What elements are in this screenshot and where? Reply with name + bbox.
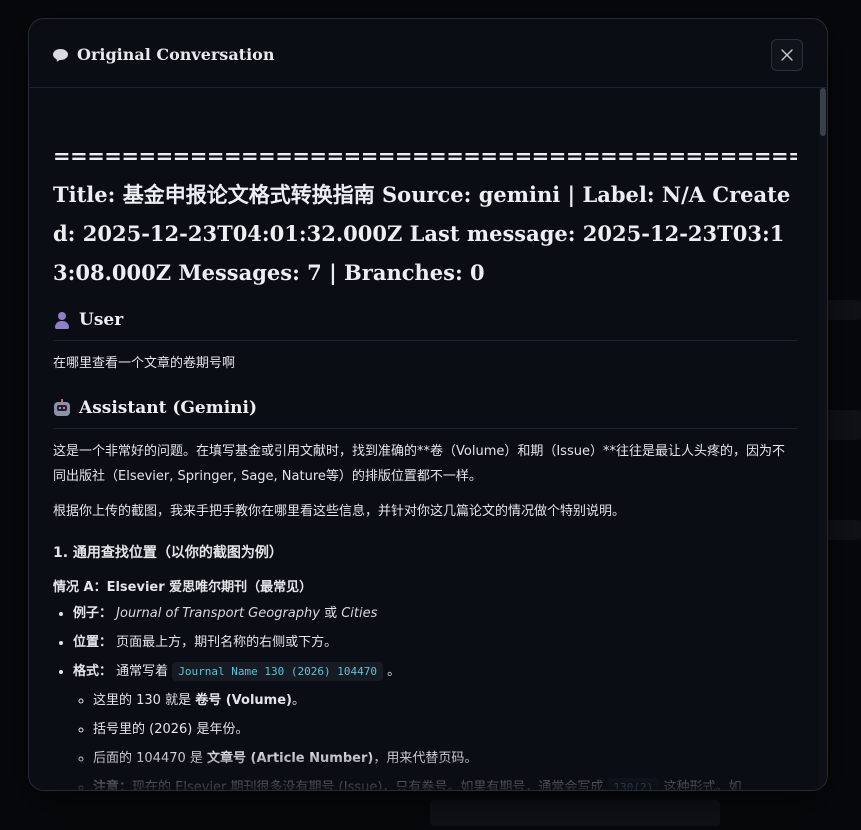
user-icon: [53, 311, 71, 329]
journal-name: Cities: [341, 606, 378, 621]
bullet-list: 例子： Journal of Transport Geography 或 Cit…: [53, 599, 797, 790]
user-role-label: User: [79, 310, 124, 330]
inline-code: Journal Name 130 (2026) 104470: [172, 662, 383, 681]
scrollbar-thumb[interactable]: [820, 88, 826, 136]
sub-bold: 注意：: [93, 780, 133, 790]
inline-code: 130(2): [607, 778, 660, 790]
bullet-label: 格式：: [73, 664, 113, 679]
sub-text: ，用来代替页码。: [373, 751, 478, 766]
assistant-role-label: Assistant (Gemini): [79, 398, 258, 418]
heading-rule: ========================================…: [53, 143, 797, 168]
modal-title: Original Conversation: [53, 45, 274, 64]
robot-icon: [53, 399, 71, 417]
list-item: 这里的 130 就是 卷号 (Volume)。: [93, 686, 797, 715]
bullet-text: 。: [387, 664, 401, 679]
list-item: 格式： 通常写着 Journal Name 130 (2026) 104470 …: [73, 657, 797, 790]
background-panel: [826, 410, 861, 440]
user-heading: User: [53, 310, 797, 341]
chat-bubble-icon: [53, 48, 69, 63]
close-icon: [781, 49, 793, 61]
list-item: 注意：现在的 Elsevier 期刊很多没有期号 (Issue)，只有卷号。如果…: [93, 773, 797, 790]
conversation-content: ========================================…: [53, 88, 797, 790]
sub-bold: 文章号 (Article Number): [207, 751, 374, 766]
sub-list: 这里的 130 就是 卷号 (Volume)。 括号里的 (2026) 是年份。…: [73, 686, 797, 790]
bullet-text: 通常写着: [116, 664, 169, 679]
sub-text: 后面的 104470 是: [93, 751, 208, 766]
sub-text: 括号里的 (2026) 是年份。: [93, 722, 249, 737]
modal-title-text: Original Conversation: [77, 45, 275, 64]
list-item: 位置： 页面最上方，期刊名称的右侧或下方。: [73, 628, 797, 657]
sub-text: 这里的 130 就是: [93, 693, 196, 708]
conversation-scroll-area[interactable]: ========================================…: [29, 88, 827, 790]
connector-text: 或: [319, 606, 342, 621]
sub-bold: 卷号 (Volume): [195, 693, 292, 708]
background-panel: [826, 520, 861, 540]
close-button[interactable]: [771, 39, 803, 71]
sub-text: 现在的 Elsevier 期刊很多没有期号 (Issue)，只有卷号。如果有期号…: [132, 780, 604, 790]
background-panel: [826, 300, 861, 320]
bullet-label: 位置：: [73, 635, 113, 650]
sub-text: 这种形式。如: [663, 780, 742, 790]
modal-header: Original Conversation: [29, 19, 827, 88]
list-item: 后面的 104470 是 文章号 (Article Number)，用来代替页码…: [93, 744, 797, 773]
journal-name: Journal of Transport Geography: [116, 606, 320, 621]
case-title: 情况 A：Elsevier 爱思唯尔期刊（最常见）: [53, 580, 313, 595]
vertical-scrollbar[interactable]: [819, 88, 827, 790]
heading-text: Title: 基金申报论文格式转换指南 Source: gemini | Lab…: [53, 182, 791, 285]
section-title: 1. 通用查找位置（以你的截图为例）: [53, 545, 283, 561]
assistant-paragraph: 根据你上传的截图，我来手把手教你在哪里看这些信息，并针对你这几篇论文的情况做个特…: [53, 504, 626, 519]
background-panel: [430, 800, 720, 826]
bullet-text: 页面最上方，期刊名称的右侧或下方。: [116, 635, 338, 650]
document-heading: ========================================…: [53, 136, 797, 292]
assistant-heading: Assistant (Gemini): [53, 398, 797, 429]
list-item: 括号里的 (2026) 是年份。: [93, 715, 797, 744]
conversation-modal: Original Conversation ==================…: [28, 18, 828, 791]
user-message: 在哪里查看一个文章的卷期号啊: [53, 356, 236, 371]
assistant-paragraph: 这是一个非常好的问题。在填写基金或引用文献时，找到准确的**卷（Volume）和…: [53, 444, 785, 484]
bullet-label: 例子：: [73, 606, 113, 621]
list-item: 例子： Journal of Transport Geography 或 Cit…: [73, 599, 797, 628]
sub-text: 。: [291, 693, 305, 708]
